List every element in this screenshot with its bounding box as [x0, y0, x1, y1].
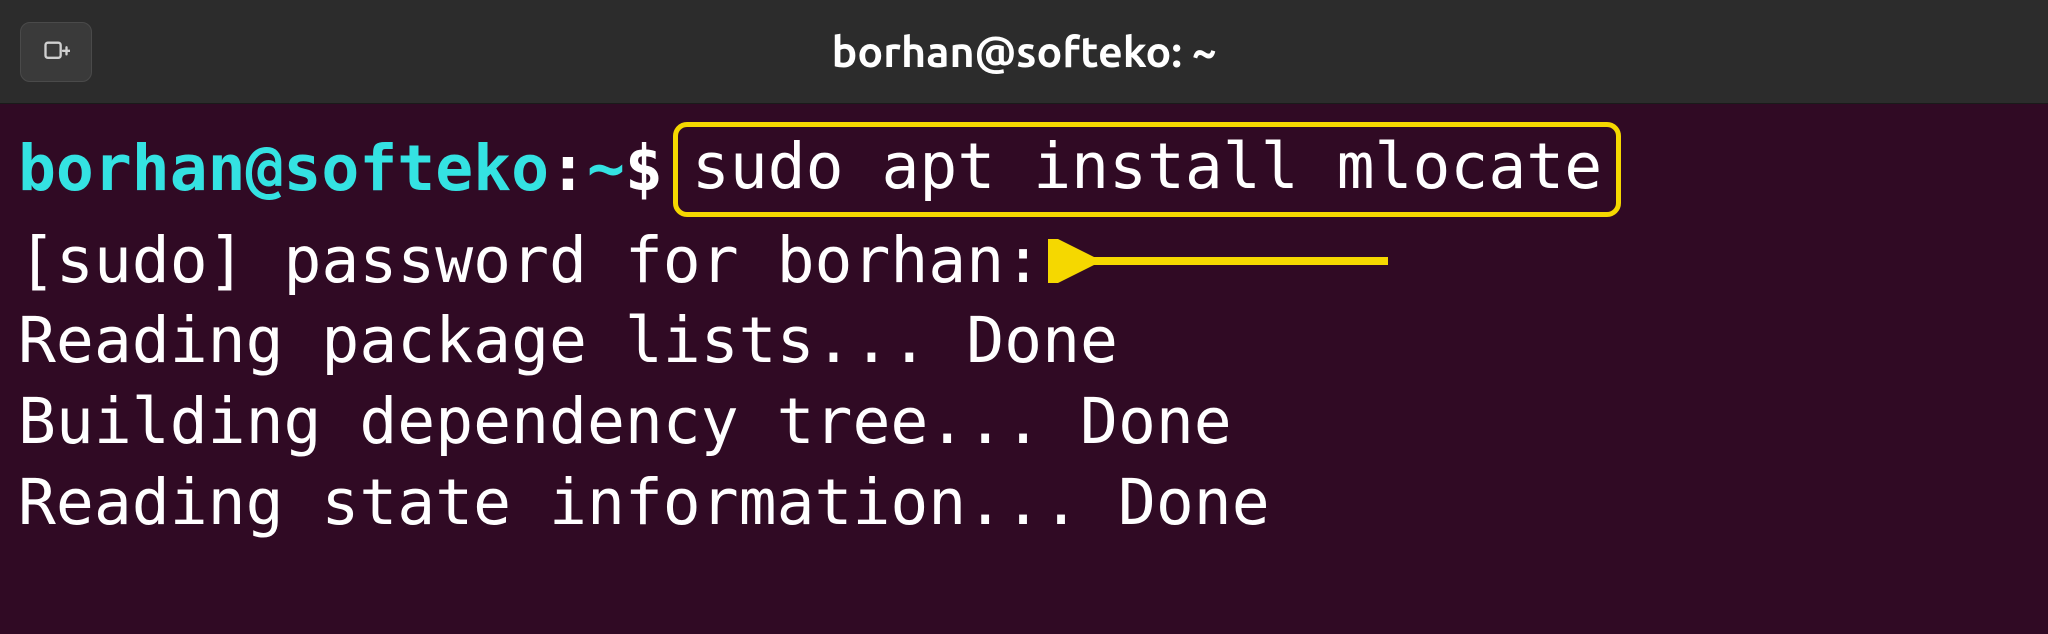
- annotation-arrow-icon: [1048, 239, 1408, 283]
- titlebar: borhan@softeko: ~: [0, 0, 2048, 104]
- prompt-path: ~: [587, 129, 625, 210]
- new-tab-icon: [42, 38, 70, 66]
- output-reading-packages: Reading package lists... Done: [18, 301, 2030, 382]
- terminal-body[interactable]: borhan@softeko:~$ sudo apt install mloca…: [0, 104, 2048, 543]
- output-building-dependency: Building dependency tree... Done: [18, 382, 2030, 463]
- prompt-symbol: $: [625, 129, 663, 210]
- output-reading-state: Reading state information... Done: [18, 463, 2030, 544]
- output-sudo-password-text: [sudo] password for borhan:: [18, 221, 1042, 302]
- window-title: borhan@softeko: ~: [832, 28, 1217, 76]
- prompt-user-host: borhan@softeko: [18, 129, 549, 210]
- new-tab-button[interactable]: [20, 22, 92, 82]
- prompt-separator: :: [549, 129, 587, 210]
- command-highlight-box: sudo apt install mlocate: [673, 122, 1621, 217]
- output-sudo-password: [sudo] password for borhan:: [18, 221, 2030, 302]
- prompt-line: borhan@softeko:~$ sudo apt install mloca…: [18, 122, 2030, 217]
